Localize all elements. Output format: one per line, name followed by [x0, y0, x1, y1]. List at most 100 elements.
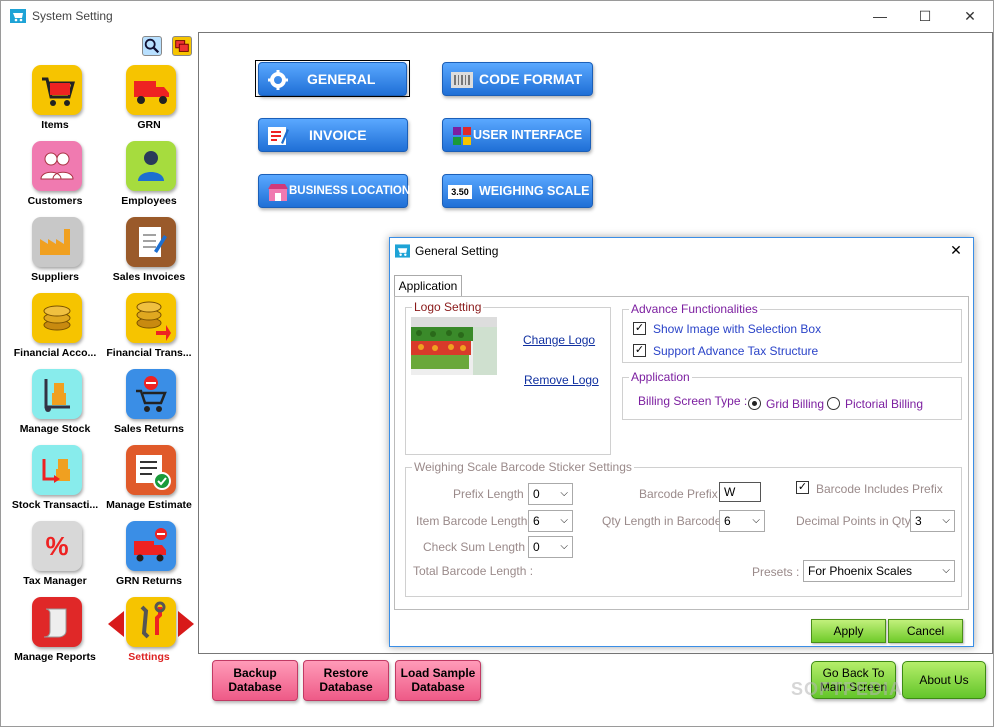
logo-setting-heading: Logo Setting — [412, 300, 484, 314]
weighing-scale-button[interactable]: 3.50 WEIGHING SCALE — [442, 174, 593, 208]
restore-database-button[interactable]: Restore Database — [303, 660, 389, 701]
item-barcode-length-select[interactable]: 6 ⌵ — [528, 510, 573, 532]
barcode-icon — [451, 72, 473, 88]
user-interface-icon — [453, 127, 471, 145]
sidebar-item-label: Manage Estimate — [106, 499, 192, 511]
sidebar-item-label: Customers — [27, 195, 83, 207]
report-scroll-icon — [32, 597, 82, 647]
sidebar-item-grn[interactable]: GRN — [101, 65, 197, 139]
cart-app-icon — [10, 9, 26, 23]
arrow-left-icon — [108, 611, 124, 637]
presets-label: Presets : — [752, 565, 800, 579]
advance-functionalities-heading: Advance Functionalities — [629, 302, 760, 316]
weighing-scale-label: WEIGHING SCALE — [479, 184, 590, 198]
load-sample-database-button[interactable]: Load Sample Database — [395, 660, 481, 701]
change-logo-link[interactable]: Change Logo — [523, 333, 595, 347]
support-tax-label: Support Advance Tax Structure — [653, 344, 819, 358]
sidebar-item-label: Suppliers — [31, 271, 79, 283]
apply-button[interactable]: Apply — [811, 619, 886, 643]
sidebar-item-manage-stock[interactable]: Manage Stock — [7, 369, 103, 443]
sidebar-item-suppliers[interactable]: Suppliers — [7, 217, 103, 291]
sidebar-item-financial-transactions[interactable]: Financial Trans... — [101, 293, 197, 367]
sidebar-item-label: Stock Transacti... — [11, 499, 99, 511]
sidebar-item-sales-invoices[interactable]: Sales Invoices — [101, 217, 197, 291]
barcode-prefix-input[interactable]: W — [719, 482, 761, 502]
billing-screen-type-label: Billing Screen Type : — [638, 394, 748, 408]
maximize-button[interactable]: ☐ — [902, 1, 948, 31]
coins-arrow-icon — [126, 293, 176, 343]
dialog-title-bar: General Setting ✕ — [390, 238, 973, 264]
pictorial-billing-radio[interactable] — [827, 397, 840, 410]
weighing-scale-heading: Weighing Scale Barcode Sticker Settings — [412, 460, 634, 474]
cart-app-icon — [395, 244, 410, 258]
business-location-button[interactable]: BUSINESS LOCATION — [258, 174, 410, 208]
code-format-button[interactable]: CODE FORMAT — [442, 62, 593, 96]
document-pen-icon — [126, 217, 176, 267]
show-image-checkbox[interactable]: ✓ — [633, 322, 646, 335]
prefix-length-label: Prefix Length : — [453, 487, 531, 501]
estimate-check-icon — [126, 445, 176, 495]
qty-length-select[interactable]: 6 ⌵ — [719, 510, 765, 532]
sidebar-item-customers[interactable]: Customers — [7, 141, 103, 215]
dialog-close-button[interactable]: ✕ — [946, 242, 966, 260]
sidebar-item-tax-manager[interactable]: % Tax Manager — [7, 521, 103, 595]
chevron-down-icon: ⌵ — [752, 515, 760, 526]
sidebar-item-items[interactable]: Items — [7, 65, 103, 139]
decimal-points-label: Decimal Points in Qty : — [796, 514, 918, 528]
coins-icon — [32, 293, 82, 343]
sidebar-item-label: Settings — [128, 651, 170, 663]
about-us-button[interactable]: About Us — [902, 661, 986, 699]
minimize-button[interactable]: — — [857, 1, 903, 31]
cancel-button[interactable]: Cancel — [888, 619, 963, 643]
person-icon — [126, 141, 176, 191]
factory-icon — [32, 217, 82, 267]
sidebar-item-sales-returns[interactable]: Sales Returns — [101, 369, 197, 443]
presets-select[interactable]: For Phoenix Scales ⌵ — [803, 560, 955, 582]
tools-icon — [126, 597, 176, 647]
sidebar-item-employees[interactable]: Employees — [101, 141, 197, 215]
watermark: SOFTPEDIA — [791, 679, 904, 699]
barcode-prefix-label: Barcode Prefix : — [639, 487, 725, 501]
close-button[interactable]: ✕ — [947, 1, 993, 31]
cart-return-icon — [126, 369, 176, 419]
decimal-points-select[interactable]: 3 ⌵ — [910, 510, 955, 532]
chevron-down-icon: ⌵ — [560, 488, 568, 499]
system-setting-window: System Setting — ☐ ✕ Items GRN Customers… — [0, 0, 994, 727]
tab-panel-application: Logo Setting Change Logo Remove Logo Adv… — [394, 296, 969, 610]
sidebar-item-manage-reports[interactable]: Manage Reports — [7, 597, 103, 671]
sidebar: Items GRN Customers Employees Suppliers — [5, 33, 195, 673]
general-setting-dialog: General Setting ✕ Application Logo Setti… — [389, 237, 974, 647]
invoice-icon — [268, 127, 289, 145]
sidebar-item-label: Sales Invoices — [112, 271, 186, 283]
backup-database-button[interactable]: Backup Database — [212, 660, 298, 701]
chevron-down-icon: ⌵ — [560, 515, 568, 526]
search-icon[interactable] — [142, 36, 162, 56]
windows-icon[interactable] — [172, 36, 192, 56]
support-tax-checkbox[interactable]: ✓ — [633, 344, 646, 357]
grid-billing-radio[interactable] — [748, 397, 761, 410]
qty-length-label: Qty Length in Barcode : — [602, 514, 729, 528]
advance-functionalities-group: Advance Functionalities ✓ Show Image wit… — [622, 302, 962, 363]
chevron-down-icon: ⌵ — [942, 515, 950, 526]
sidebar-item-stock-transactions[interactable]: Stock Transacti... — [7, 445, 103, 519]
general-button[interactable]: GENERAL — [258, 62, 407, 96]
tab-application[interactable]: Application — [394, 275, 462, 297]
arrow-right-icon — [178, 611, 194, 637]
application-group: Application Billing Screen Type : Grid B… — [622, 370, 962, 420]
weighing-scale-group: Weighing Scale Barcode Sticker Settings … — [405, 460, 962, 597]
includes-prefix-checkbox[interactable]: ✓ — [796, 481, 809, 494]
check-sum-length-select[interactable]: 0 ⌵ — [528, 536, 573, 558]
invoice-button[interactable]: INVOICE — [258, 118, 408, 152]
user-interface-label: USER INTERFACE — [473, 128, 583, 142]
prefix-length-select[interactable]: 0 ⌵ — [528, 483, 573, 505]
sidebar-item-settings[interactable]: Settings — [101, 597, 197, 671]
sidebar-item-label: Sales Returns — [113, 423, 185, 435]
application-heading: Application — [629, 370, 692, 384]
includes-prefix-label: Barcode Includes Prefix — [816, 482, 943, 496]
sidebar-item-financial-accounts[interactable]: Financial Acco... — [7, 293, 103, 367]
sidebar-item-label: Items — [41, 119, 69, 131]
sidebar-item-manage-estimate[interactable]: Manage Estimate — [101, 445, 197, 519]
sidebar-item-grn-returns[interactable]: GRN Returns — [101, 521, 197, 595]
user-interface-button[interactable]: USER INTERFACE — [442, 118, 591, 152]
remove-logo-link[interactable]: Remove Logo — [524, 373, 599, 387]
